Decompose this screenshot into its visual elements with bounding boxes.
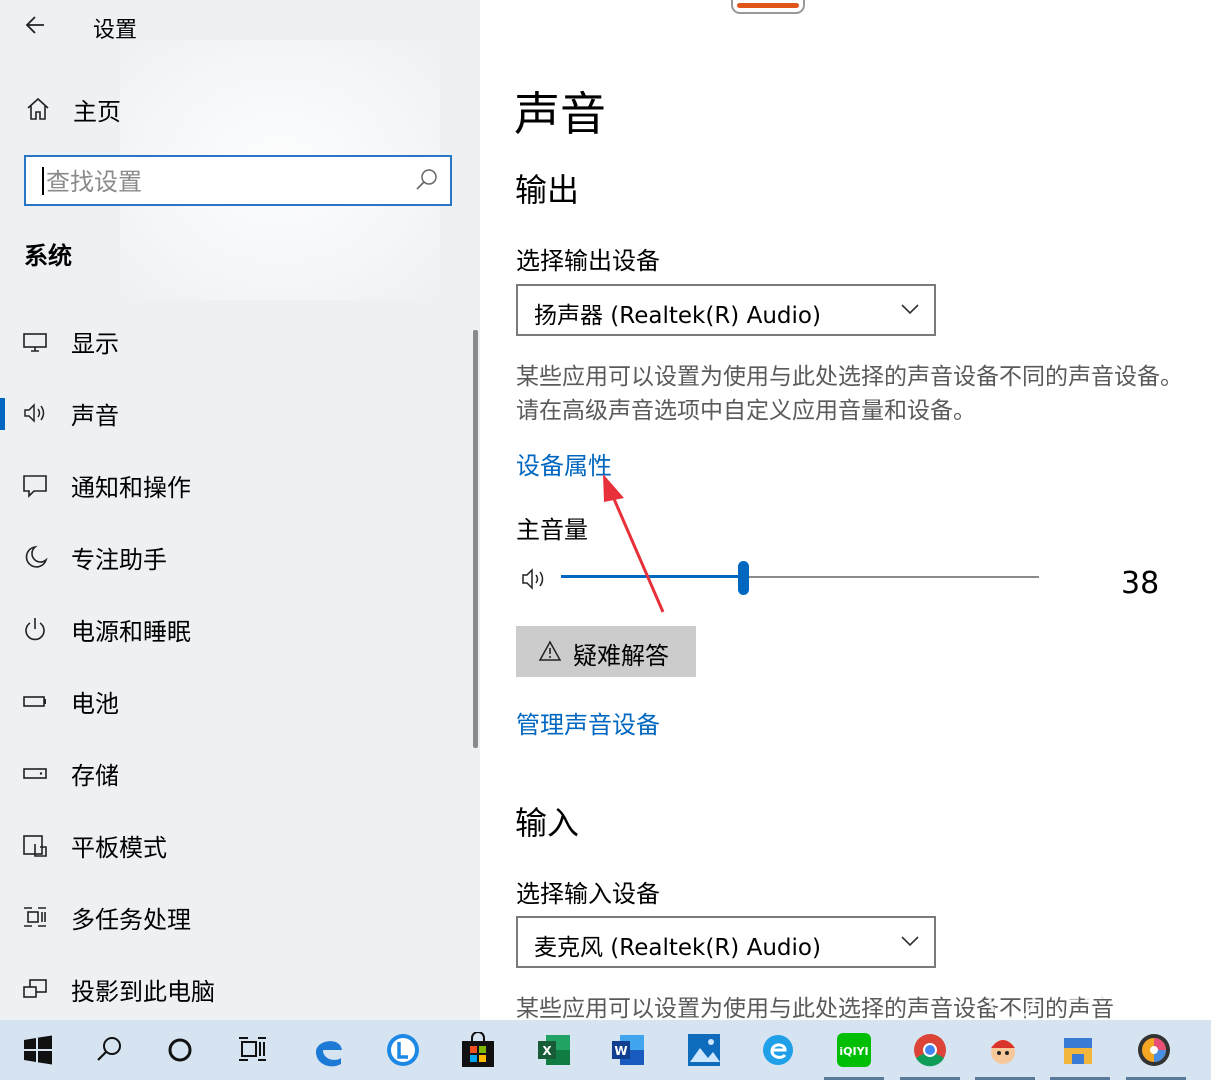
sidebar-item-storage[interactable]: 存储 [0, 750, 470, 798]
search-icon[interactable] [92, 1032, 128, 1068]
sidebar-item-label: 多任务处理 [71, 906, 191, 934]
chevron-down-icon [901, 304, 919, 315]
media-app-icon[interactable] [1136, 1032, 1172, 1068]
storage-icon [23, 768, 47, 779]
volume-slider-thumb[interactable] [738, 561, 749, 595]
sidebar-item-label: 投影到此电脑 [71, 978, 215, 1006]
sidebar-item-label: 存储 [71, 762, 119, 790]
input-select-label: 选择输入设备 [516, 880, 660, 908]
svg-text:X: X [542, 1044, 552, 1058]
taskbar: X W iQIYI [0, 1020, 1211, 1080]
volume-value: 38 [1121, 566, 1160, 601]
input-device-value: 麦克风 (Realtek(R) Audio) [534, 935, 821, 961]
sidebar-item-label: 声音 [71, 402, 119, 430]
sidebar-item-project[interactable]: 投影到此电脑 [0, 966, 470, 1014]
master-volume-label: 主音量 [516, 516, 588, 544]
sidebar-scrollbar[interactable] [473, 330, 478, 748]
task-view-icon[interactable] [234, 1032, 270, 1068]
sidebar-item-label: 显示 [71, 330, 119, 358]
sidebar-item-focus-assist[interactable]: 专注助手 [0, 534, 470, 582]
device-properties-link[interactable]: 设备属性 [516, 446, 612, 481]
sidebar-item-label: 电源和睡眠 [71, 618, 191, 646]
search-box[interactable] [24, 155, 452, 206]
browser-e-icon[interactable] [760, 1032, 796, 1068]
avatar-app-icon[interactable] [985, 1032, 1021, 1068]
folder-app-icon[interactable] [1060, 1032, 1096, 1068]
output-heading: 输出 [515, 171, 580, 209]
excel-icon[interactable]: X [536, 1032, 572, 1068]
moon-icon [25, 545, 48, 568]
sidebar-item-home-label: 主页 [73, 98, 121, 126]
output-description: 某些应用可以设置为使用与此处选择的声音设备不同的声音设备。请在高级声音选项中自定… [516, 364, 1183, 424]
sidebar-item-display[interactable]: 显示 [0, 318, 470, 366]
output-device-value: 扬声器 (Realtek(R) Audio) [534, 303, 821, 329]
warning-icon [538, 640, 562, 661]
battery-icon [23, 696, 46, 707]
window-handle[interactable] [731, 0, 805, 14]
sidebar-item-label: 电池 [71, 690, 119, 718]
sidebar-item-sound[interactable]: 声音 [0, 390, 470, 438]
sidebar-item-power[interactable]: 电源和睡眠 [0, 606, 470, 654]
home-icon [27, 97, 49, 120]
sidebar-item-label: 专注助手 [71, 546, 167, 574]
window-title: 设置 [93, 18, 138, 43]
store-icon[interactable] [460, 1032, 496, 1068]
windows-start-icon[interactable] [20, 1032, 56, 1068]
tablet-mode-icon [23, 835, 47, 857]
svg-text:iQIYI: iQIYI [839, 1045, 868, 1058]
sidebar-item-tablet-mode[interactable]: 平板模式 [0, 822, 470, 870]
output-device-dropdown[interactable]: 扬声器 (Realtek(R) Audio) [516, 284, 936, 336]
volume-slider-fill [561, 575, 743, 578]
input-heading: 输入 [515, 804, 580, 842]
sidebar-item-battery[interactable]: 电池 [0, 678, 470, 726]
sidebar-item-notifications[interactable]: 通知和操作 [0, 462, 470, 510]
speaker-icon [24, 403, 45, 423]
manage-sound-devices-link[interactable]: 管理声音设备 [516, 705, 660, 740]
search-icon[interactable] [414, 167, 440, 193]
svg-text:W: W [614, 1044, 627, 1058]
troubleshoot-label: 疑难解答 [573, 642, 669, 670]
cortana-icon[interactable] [162, 1032, 198, 1068]
sidebar: 设置 主页 系统 显示 声音 通知和操作 专注助手 电源和睡眠 电池 [0, 0, 480, 1020]
search-input[interactable] [44, 163, 418, 201]
power-icon [25, 618, 45, 641]
page-title: 声音 [514, 87, 606, 141]
photos-icon[interactable] [686, 1032, 722, 1068]
chrome-icon[interactable] [912, 1032, 948, 1068]
section-title: 系统 [24, 242, 72, 270]
sidebar-item-multitasking[interactable]: 多任务处理 [0, 894, 470, 942]
troubleshoot-button[interactable]: 疑难解答 [516, 626, 696, 677]
back-button[interactable] [22, 10, 52, 40]
sidebar-item-home[interactable]: 主页 [0, 88, 480, 128]
sidebar-item-label: 平板模式 [71, 834, 167, 862]
edge-icon[interactable] [310, 1032, 346, 1068]
iqiyi-icon[interactable]: iQIYI [836, 1032, 872, 1068]
window-handle-bar [737, 3, 799, 8]
input-device-dropdown[interactable]: 麦克风 (Realtek(R) Audio) [516, 916, 936, 968]
volume-icon[interactable] [520, 565, 552, 593]
chevron-down-icon [901, 936, 919, 947]
back-arrow-icon [25, 16, 44, 34]
input-description: 某些应用可以设置为使用与此处选择的声音设备不同的声音 [516, 996, 1114, 1020]
project-icon [23, 979, 47, 998]
monitor-icon [23, 333, 47, 352]
sidebar-item-label: 通知和操作 [71, 474, 191, 502]
word-icon[interactable]: W [610, 1032, 646, 1068]
output-select-label: 选择输出设备 [516, 247, 660, 275]
notification-icon [23, 475, 47, 498]
app-l-icon[interactable] [385, 1032, 421, 1068]
multitask-icon [24, 907, 46, 927]
